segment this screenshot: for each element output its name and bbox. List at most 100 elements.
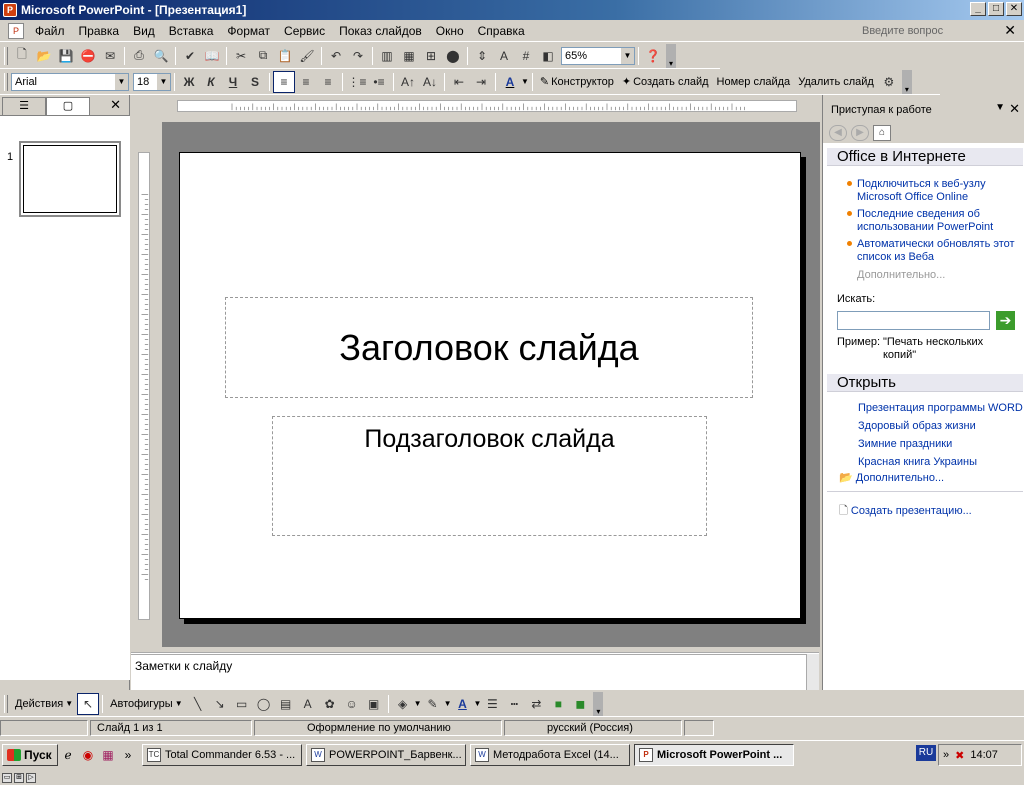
numbering-icon[interactable]: ⋮≡: [346, 71, 368, 93]
sorter-view-icon[interactable]: ⊞: [14, 773, 24, 783]
notes-pane[interactable]: Заметки к слайду: [131, 652, 819, 690]
increase-indent-icon[interactable]: ⇥: [470, 71, 492, 93]
diagram-icon[interactable]: ✿: [319, 693, 341, 715]
help-question-input[interactable]: Введите вопрос: [860, 23, 1000, 39]
oval-icon[interactable]: ◯: [253, 693, 275, 715]
start-button[interactable]: Пуск: [2, 743, 58, 766]
actions-menu[interactable]: Действия ▼: [11, 698, 77, 710]
open-file-item[interactable]: Здоровый образ жизни: [858, 420, 1024, 433]
preview-icon[interactable]: 🔍: [150, 45, 172, 67]
open-icon[interactable]: 📂: [33, 45, 55, 67]
online-link-connect[interactable]: Подключиться к веб-узлу Microsoft Office…: [847, 178, 1017, 204]
quicklaunch-opera-icon[interactable]: ◉: [78, 745, 98, 765]
redo-icon[interactable]: ↷: [347, 45, 369, 67]
spelling-icon[interactable]: ✔: [179, 45, 201, 67]
textbox-icon[interactable]: ▤: [275, 693, 297, 715]
font-color-icon[interactable]: A: [451, 693, 473, 715]
task-pane-close-button[interactable]: ✕: [1009, 101, 1020, 117]
toolbar-grip[interactable]: [4, 46, 8, 65]
panel-close-button[interactable]: ✕: [110, 97, 121, 113]
online-link-news[interactable]: Последние сведения об использовании Powe…: [847, 208, 1017, 234]
slide-title-placeholder[interactable]: Заголовок слайда: [225, 297, 753, 398]
network-icon[interactable]: ✖: [955, 749, 964, 762]
quicklaunch-more-chevron[interactable]: »: [118, 745, 138, 765]
slideshow-view-icon[interactable]: ▷: [26, 773, 36, 783]
task-word-doc[interactable]: W POWERPOINT_Барвенк...: [306, 743, 466, 766]
decrease-font-icon[interactable]: A↓: [419, 71, 441, 93]
language-indicator[interactable]: RU: [916, 745, 936, 761]
menu-view[interactable]: Вид: [126, 24, 162, 38]
slide-thumbnail[interactable]: [19, 141, 121, 217]
line-style-icon[interactable]: ☰: [481, 693, 503, 715]
tray-chevron[interactable]: »: [943, 749, 949, 761]
shadow-button[interactable]: S: [244, 71, 266, 93]
align-center-icon[interactable]: ≡: [295, 71, 317, 93]
font-select[interactable]: Arial ▼: [11, 72, 129, 91]
record-macro-icon[interactable]: ⚙: [878, 71, 900, 93]
menu-window[interactable]: Окно: [429, 24, 471, 38]
task-word-doc-2[interactable]: W Методработа Excel (14...: [470, 743, 630, 766]
toolbar-options-icon[interactable]: ▾: [666, 43, 676, 68]
rectangle-icon[interactable]: ▭: [231, 693, 253, 715]
document-icon[interactable]: P: [8, 22, 24, 39]
maximize-button[interactable]: □: [988, 2, 1004, 16]
menu-edit[interactable]: Правка: [72, 24, 127, 38]
clipart-icon[interactable]: ☺: [341, 693, 363, 715]
forward-icon[interactable]: ▶: [851, 125, 869, 141]
open-file-item[interactable]: Зимние праздники: [858, 438, 1024, 451]
increase-font-icon[interactable]: A↑: [397, 71, 419, 93]
search-input[interactable]: [837, 311, 990, 330]
undo-icon[interactable]: ↶: [325, 45, 347, 67]
align-right-icon[interactable]: ≡: [317, 71, 339, 93]
slide-subtitle-placeholder[interactable]: Подзаголовок слайда: [272, 416, 707, 536]
quicklaunch-ie-icon[interactable]: ℯ: [58, 745, 78, 765]
grid-icon[interactable]: #: [515, 45, 537, 67]
3d-style-icon[interactable]: ◼: [569, 693, 591, 715]
autoshapes-menu[interactable]: Автофигуры ▼: [106, 698, 187, 710]
designer-button[interactable]: ✎ Конструктор: [536, 75, 618, 89]
align-left-icon[interactable]: ≡: [273, 70, 295, 93]
open-file-item[interactable]: Презентация программы WORD: [858, 402, 1024, 415]
italic-button[interactable]: К: [200, 71, 222, 93]
back-icon[interactable]: ◀: [829, 125, 847, 141]
bullets-icon[interactable]: •≡: [368, 71, 390, 93]
new-icon[interactable]: 🗋: [11, 45, 33, 67]
menu-tools[interactable]: Сервис: [277, 24, 332, 38]
chevron-down-icon[interactable]: ▼: [995, 102, 1005, 113]
line-icon[interactable]: ╲: [187, 693, 209, 715]
delete-slide-button[interactable]: Удалить слайд: [794, 76, 878, 88]
chevron-down-icon[interactable]: ▼: [414, 699, 422, 708]
minimize-button[interactable]: _: [970, 2, 986, 16]
tab-outline[interactable]: ☰: [2, 97, 46, 115]
zoom-select[interactable]: 65% ▼: [561, 46, 635, 65]
email-icon[interactable]: ✉: [99, 45, 121, 67]
format-painter-icon[interactable]: 🖌: [296, 45, 318, 67]
font-color-button[interactable]: A: [499, 71, 521, 93]
chevron-down-icon[interactable]: ▼: [115, 73, 128, 90]
slide-number-button[interactable]: Номер слайда: [713, 76, 795, 88]
menu-file[interactable]: Файл: [28, 24, 72, 38]
document-close-button[interactable]: ✕: [1004, 22, 1016, 39]
toolbar-options-icon[interactable]: ▾: [593, 691, 604, 716]
task-total-commander[interactable]: TC Total Commander 6.53 - ...: [142, 743, 302, 766]
chevron-down-icon[interactable]: ▼: [621, 47, 634, 64]
menu-slideshow[interactable]: Показ слайдов: [332, 24, 429, 38]
research-icon[interactable]: 📖: [201, 45, 223, 67]
menu-format[interactable]: Формат: [220, 24, 277, 38]
save-icon[interactable]: 💾: [55, 45, 77, 67]
open-more-link[interactable]: 📂 Дополнительно...: [839, 472, 1019, 485]
decrease-indent-icon[interactable]: ⇤: [448, 71, 470, 93]
new-slide-button[interactable]: ✦ Создать слайд: [618, 75, 713, 89]
expand-all-icon[interactable]: ⇕: [471, 45, 493, 67]
task-powerpoint[interactable]: P Microsoft PowerPoint ...: [634, 743, 794, 766]
menu-help[interactable]: Справка: [471, 24, 532, 38]
tab-slides[interactable]: ▢: [46, 97, 90, 115]
powerpoint-app-icon[interactable]: P: [3, 3, 17, 17]
arrow-icon[interactable]: ↘: [209, 693, 231, 715]
toolbar-grip[interactable]: [4, 694, 8, 713]
chevron-down-icon[interactable]: ▼: [473, 699, 481, 708]
quicklaunch-winrar-icon[interactable]: ▦: [98, 745, 118, 765]
select-pointer-icon[interactable]: ↖: [77, 692, 100, 715]
home-icon[interactable]: ⌂: [873, 125, 891, 141]
table-icon[interactable]: ▦: [398, 45, 420, 67]
